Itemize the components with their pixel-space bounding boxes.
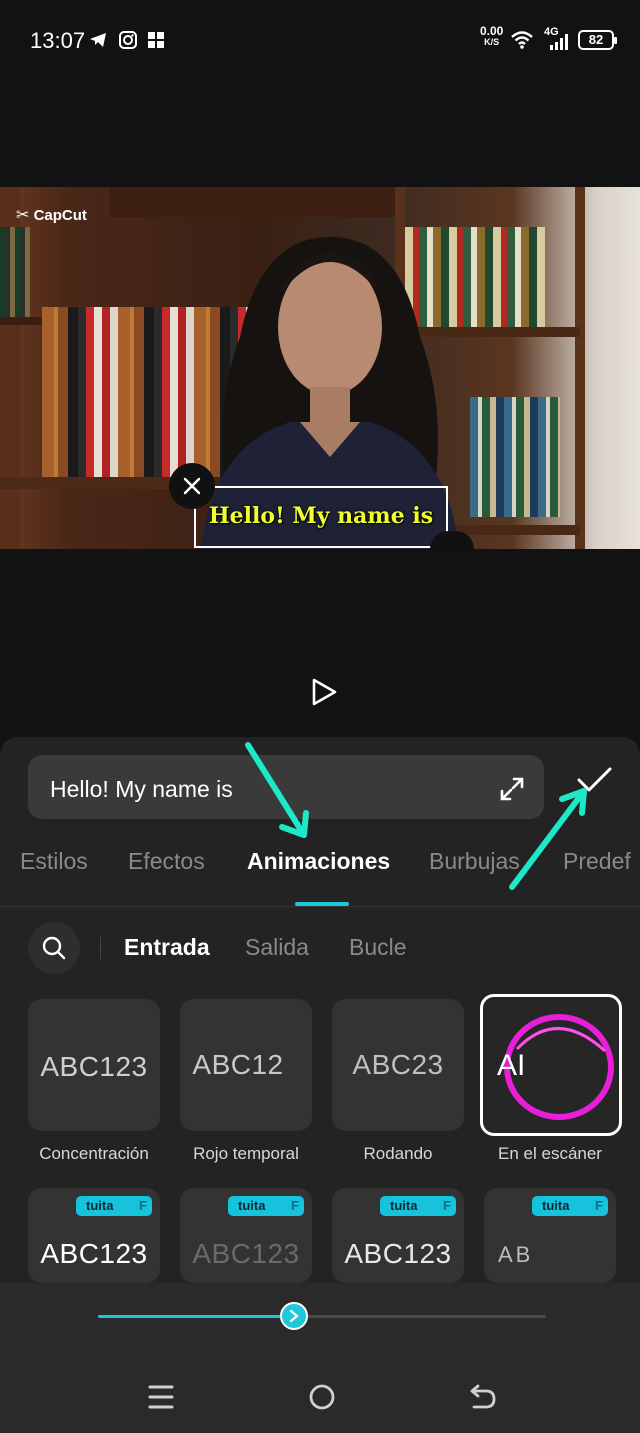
signal-icon <box>550 34 568 50</box>
animation-tile-en-el-escaner[interactable]: AI <box>480 994 622 1136</box>
duration-slider-knob[interactable] <box>280 1302 308 1330</box>
animation-preview: ABC23 <box>352 1049 444 1080</box>
template-badge: tuita F <box>76 1196 152 1216</box>
tab-efectos[interactable]: Efectos <box>128 848 205 875</box>
animation-label: En el escáner <box>498 1144 602 1163</box>
template-badge: tuita F <box>228 1196 304 1216</box>
animation-preview: ABC123 <box>192 1238 300 1269</box>
gallery-icon <box>148 32 164 48</box>
animation-tile-rojo-temporal[interactable]: ABC12 <box>180 999 312 1131</box>
net-speed: 0.00 K/S <box>480 24 504 47</box>
tab-estilos[interactable]: Estilos <box>20 848 88 875</box>
tabs-divider <box>0 906 640 907</box>
animation-label: Rodando <box>363 1144 433 1163</box>
animation-label: Concentración <box>39 1144 149 1163</box>
caption-text[interactable]: Hello! My name is <box>194 503 448 529</box>
animation-preview: ABC123 <box>40 1051 148 1082</box>
chevron-right-icon <box>289 1310 299 1322</box>
capcut-watermark-text: CapCut <box>33 207 87 224</box>
subtab-salida[interactable]: Salida <box>245 934 309 961</box>
instagram-icon <box>119 31 137 49</box>
battery-indicator: 82 <box>578 30 617 50</box>
animation-tile[interactable]: tuita F AB <box>484 1188 616 1283</box>
capcut-watermark: ✂ CapCut <box>16 205 87 225</box>
template-badge: tuita F <box>380 1196 456 1216</box>
annotation-arrow-check <box>509 788 587 890</box>
remove-caption-button[interactable] <box>169 463 215 509</box>
search-animations-button[interactable] <box>28 922 80 974</box>
animation-tile-rodando[interactable]: ABC23 <box>332 999 464 1131</box>
capcut-logo-icon: ✂ <box>16 207 30 224</box>
animation-preview: AB <box>498 1242 534 1267</box>
animation-label: Rojo temporal <box>193 1144 299 1163</box>
home-icon[interactable] <box>305 1380 339 1414</box>
animation-tile[interactable]: tuita F ABC123 <box>332 1188 464 1283</box>
animation-tile-concentracion[interactable]: ABC123 <box>28 999 160 1131</box>
wifi-icon <box>511 31 533 49</box>
annotation-arrow-tab <box>245 742 309 838</box>
back-icon[interactable] <box>466 1380 500 1414</box>
status-time: 13:07 <box>30 28 86 53</box>
animation-preview: ABC123 <box>40 1238 148 1269</box>
animation-tile[interactable]: tuita F ABC123 <box>180 1188 312 1283</box>
telegram-icon <box>90 33 106 47</box>
template-badge: tuita F <box>532 1196 608 1216</box>
animation-preview: ABC123 <box>344 1238 452 1269</box>
animation-preview: AI <box>497 1049 526 1082</box>
subtab-entrada[interactable]: Entrada <box>124 934 210 961</box>
duration-slider-fill <box>98 1315 294 1318</box>
subtab-bucle[interactable]: Bucle <box>349 934 407 961</box>
close-icon <box>183 477 201 495</box>
caption-text-input-value[interactable]: Hello! My name is <box>50 776 233 803</box>
play-icon[interactable] <box>304 672 344 712</box>
status-bar: 13:07 0.00 K/S 4G 82 <box>0 0 640 80</box>
animation-preview: ABC12 <box>192 1049 284 1080</box>
subtab-separator <box>100 937 101 959</box>
recent-apps-icon[interactable] <box>144 1380 178 1414</box>
animation-tile[interactable]: tuita F ABC123 <box>28 1188 160 1283</box>
search-icon <box>42 936 66 960</box>
